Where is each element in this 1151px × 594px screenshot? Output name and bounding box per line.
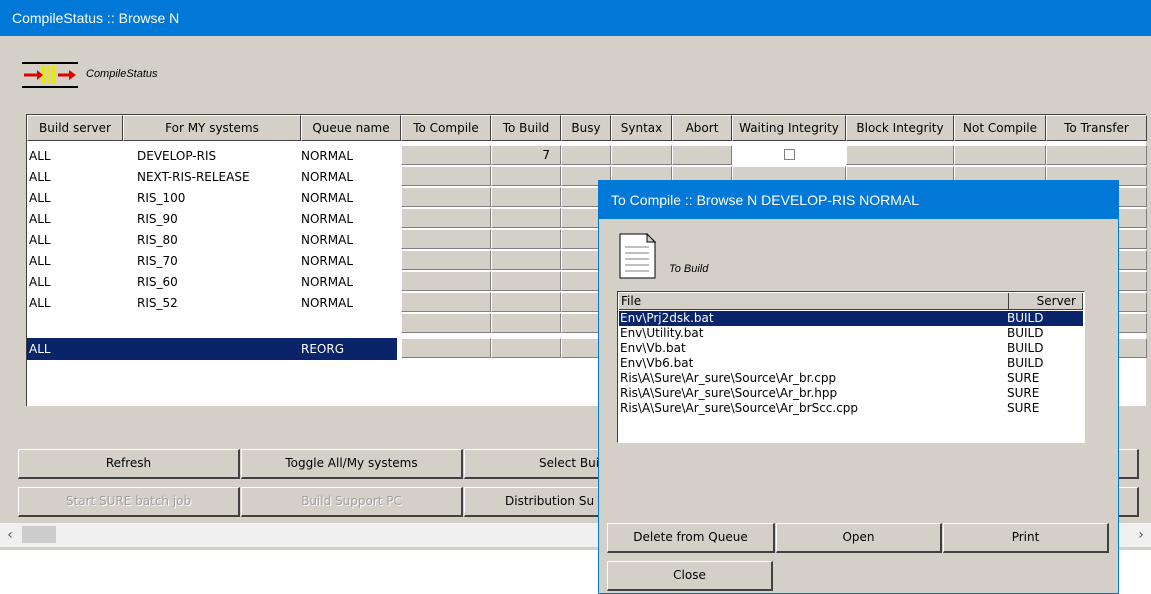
print-button[interactable]: Print [943, 523, 1109, 553]
chevron-right-icon[interactable]: › [1131, 523, 1151, 547]
file-name: Ris\A\Sure\Ar_sure\Source\Ar_br.cpp [620, 371, 837, 385]
grid-value-cell[interactable] [954, 145, 1046, 165]
row-system-cell[interactable]: RIS_70 [137, 251, 307, 271]
file-list-item[interactable]: Env\Prj2dsk.bat BUILD [619, 311, 1083, 326]
column-header[interactable]: Syntax [611, 115, 672, 141]
grid-value-cell[interactable] [401, 271, 491, 291]
right-button-row1[interactable] [1117, 449, 1139, 479]
column-header[interactable]: Waiting Integrity [732, 115, 846, 141]
file-name: Env\Utility.bat [620, 326, 704, 340]
file-server: BUILD [1007, 311, 1044, 325]
file-server: BUILD [1007, 341, 1044, 355]
grid-value-cell[interactable] [401, 187, 491, 207]
column-header[interactable]: For MY systems [123, 115, 301, 141]
grid-value-cell[interactable] [401, 166, 491, 186]
grid-value-cell[interactable] [491, 271, 561, 291]
start-sure-batch-button[interactable]: Start SURE batch job [18, 487, 240, 517]
file-list-item[interactable]: Env\Utility.bat BUILD [619, 326, 1083, 341]
refresh-button[interactable]: Refresh [18, 449, 240, 479]
column-header[interactable]: To Transfer [1046, 115, 1147, 141]
column-header[interactable]: Abort [672, 115, 732, 141]
file-server: BUILD [1007, 326, 1044, 340]
dialog-header-label: To Build [669, 263, 709, 275]
row-system-cell[interactable]: RIS_52 [137, 293, 307, 313]
document-icon [619, 232, 657, 279]
column-header[interactable]: Queue name [301, 115, 401, 141]
file-name: Ris\A\Sure\Ar_sure\Source\Ar_brScc.cpp [620, 401, 859, 415]
file-list-item[interactable]: Ris\A\Sure\Ar_sure\Source\Ar_br.cpp SURE [619, 371, 1083, 386]
grid-value-cell[interactable] [491, 338, 561, 358]
row-system-cell[interactable]: RIS_90 [137, 209, 307, 229]
grid-value-cell[interactable] [491, 229, 561, 249]
chevron-left-icon[interactable]: ‹ [0, 523, 20, 547]
server-column-header[interactable]: Server [1009, 293, 1083, 310]
grid-value-cell[interactable] [401, 250, 491, 270]
grid-value-cell[interactable] [401, 313, 491, 333]
grid-value-cell[interactable] [561, 145, 611, 165]
grid-value-cell[interactable] [401, 229, 491, 249]
delete-from-queue-button[interactable]: Delete from Queue [607, 523, 775, 553]
build-support-pc-button[interactable]: Build Support PC [241, 487, 463, 517]
compile-status-icon [22, 60, 78, 90]
close-button[interactable]: Close [607, 561, 773, 591]
column-header[interactable]: Not Compile [954, 115, 1046, 141]
row-system-cell[interactable]: NEXT-RIS-RELEASE [137, 167, 307, 187]
file-name: Env\Prj2dsk.bat [620, 311, 714, 325]
file-list-item[interactable]: Env\Vb6.bat BUILD [619, 356, 1083, 371]
row-system-cell[interactable]: RIS_60 [137, 272, 307, 292]
column-header[interactable]: Block Integrity [846, 115, 954, 141]
file-name: Env\Vb6.bat [620, 356, 694, 370]
file-server: SURE [1007, 386, 1040, 400]
file-server: SURE [1007, 401, 1040, 415]
grid-value-cell[interactable] [491, 250, 561, 270]
file-name: Env\Vb.bat [620, 341, 686, 355]
grid-value-cell[interactable] [401, 208, 491, 228]
file-list-item[interactable]: Ris\A\Sure\Ar_sure\Source\Ar_brScc.cpp SU… [619, 401, 1083, 416]
to-compile-dialog: To Compile :: Browse N DEVELOP-RIS NORMA… [598, 180, 1119, 594]
file-list-item[interactable]: Ris\A\Sure\Ar_sure\Source\Ar_br.hpp SURE [619, 386, 1083, 401]
column-header[interactable]: To Build [491, 115, 561, 141]
file-server: SURE [1007, 371, 1040, 385]
row-system-cell[interactable]: DEVELOP-RIS [137, 146, 307, 166]
file-list[interactable]: File Server Env\Prj2dsk.bat BUILD Env\Util… [617, 291, 1085, 443]
grid-value-cell[interactable] [491, 313, 561, 333]
grid-value-cell[interactable]: 7 [491, 145, 561, 165]
main-header-label: CompileStatus [86, 68, 158, 80]
main-window-titlebar[interactable]: CompileStatus :: Browse N [0, 0, 1151, 36]
grid-column-headers: Build server For MY systems Queue name To C… [27, 115, 1147, 141]
grid-value-cell[interactable] [491, 166, 561, 186]
grid-value-cell[interactable] [672, 145, 732, 165]
column-header[interactable]: To Compile [401, 115, 491, 141]
row-system-cell[interactable]: RIS_80 [137, 230, 307, 250]
waiting-integrity-checkbox[interactable] [784, 149, 795, 160]
grid-value-cell[interactable] [491, 187, 561, 207]
grid-value-cell[interactable] [401, 292, 491, 312]
row-system-cell[interactable]: RIS_100 [137, 188, 307, 208]
grid-value-cell[interactable] [846, 145, 954, 165]
grid-value-cell[interactable] [1046, 145, 1147, 165]
file-list-item[interactable]: Env\Vb.bat BUILD [619, 341, 1083, 356]
toggle-systems-button[interactable]: Toggle All/My systems [241, 449, 463, 479]
file-server: BUILD [1007, 356, 1044, 370]
grid-value-cell[interactable] [611, 145, 672, 165]
file-column-header[interactable]: File [619, 293, 1009, 310]
file-name: Ris\A\Sure\Ar_sure\Source\Ar_br.hpp [620, 386, 838, 400]
row-system-cell[interactable] [137, 339, 307, 359]
open-button[interactable]: Open [776, 523, 942, 553]
column-header[interactable]: Busy [561, 115, 611, 141]
grid-value-cell[interactable] [401, 145, 491, 165]
grid-value-cell[interactable] [491, 208, 561, 228]
grid-value-cell[interactable] [491, 292, 561, 312]
column-header[interactable]: Build server [27, 115, 123, 141]
scrollbar-thumb[interactable] [22, 526, 56, 543]
right-button-row2[interactable] [1117, 487, 1139, 517]
grid-value-cell[interactable] [401, 338, 491, 358]
row-system-cell[interactable] [137, 314, 307, 334]
dialog-titlebar[interactable]: To Compile :: Browse N DEVELOP-RIS NORMA… [599, 181, 1118, 219]
waiting-integrity-cell[interactable] [732, 145, 846, 165]
